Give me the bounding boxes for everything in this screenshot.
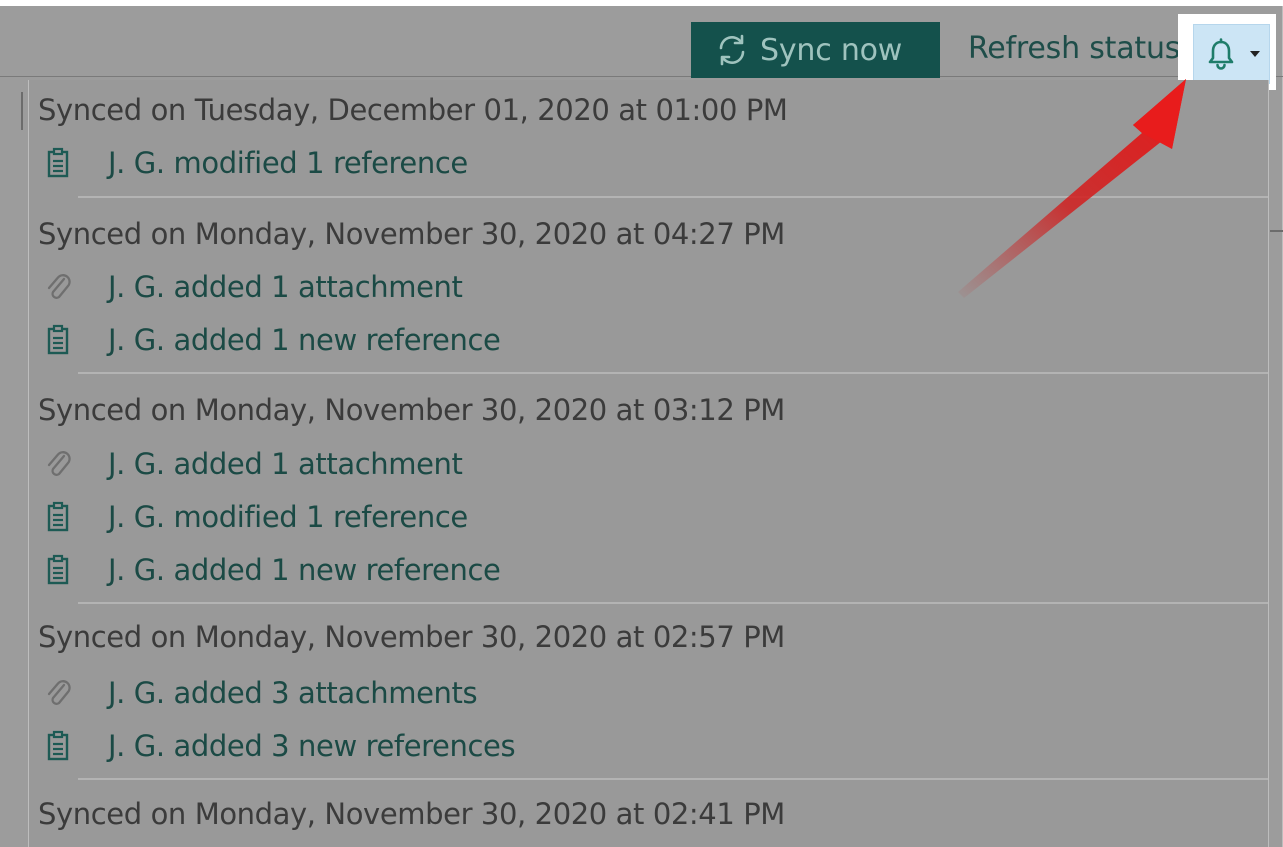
sync-group-header: Synced on Monday, November 30, 2020 at 0… (38, 797, 785, 831)
window-top-edge (0, 0, 1283, 6)
sync-entry[interactable]: J. G. modified 1 reference (44, 497, 468, 537)
clipboard-icon (47, 730, 69, 761)
sync-entry-label: J. G. modified 1 reference (108, 500, 468, 534)
sync-group-header: Synced on Monday, November 30, 2020 at 0… (38, 217, 785, 251)
clipboard-icon (47, 501, 69, 532)
clipboard-icon (47, 324, 69, 355)
sync-group-header: Synced on Monday, November 30, 2020 at 0… (38, 393, 785, 427)
sync-entry-label: J. G. added 1 attachment (108, 447, 463, 481)
sync-entry-label: J. G. added 1 attachment (108, 270, 463, 304)
sync-entry-label: J. G. added 3 new references (108, 729, 516, 763)
sync-icon (719, 34, 745, 66)
sync-entry[interactable]: J. G. added 1 attachment (44, 267, 463, 307)
group-divider (78, 602, 1268, 604)
group-divider (78, 372, 1268, 374)
paperclip-icon (47, 274, 71, 299)
sync-now-label: Sync now (760, 32, 903, 68)
sync-entry[interactable]: J. G. added 3 attachments (44, 673, 478, 713)
sync-entry-label: J. G. added 1 new reference (108, 553, 501, 587)
sync-entry[interactable]: J. G. added 1 attachment (44, 444, 463, 484)
sync-history-panel: Synced on Tuesday, December 01, 2020 at … (28, 80, 1269, 847)
sync-entry[interactable]: J. G. added 1 new reference (44, 320, 501, 360)
sync-entry-label: J. G. added 3 attachments (108, 676, 478, 710)
bell-icon (1208, 38, 1234, 70)
background-edge (21, 92, 23, 130)
sync-entry[interactable]: J. G. added 3 new references (44, 726, 516, 766)
notifications-toggle[interactable] (1193, 24, 1270, 84)
group-divider (78, 778, 1268, 780)
group-divider (78, 196, 1268, 198)
sync-entry[interactable]: J. G. modified 1 reference (44, 143, 468, 183)
background-edge (1270, 230, 1283, 232)
toolbar-divider (0, 76, 1283, 77)
caret-down-icon (1250, 51, 1260, 57)
clipboard-icon (47, 147, 69, 178)
sync-entry-label: J. G. modified 1 reference (108, 146, 468, 180)
sync-group-header: Synced on Monday, November 30, 2020 at 0… (38, 620, 785, 654)
sync-entry[interactable]: J. G. added 1 new reference (44, 550, 501, 590)
sync-entry-label: J. G. added 1 new reference (108, 323, 501, 357)
refresh-status-link[interactable]: Refresh status (968, 31, 1180, 66)
sync-now-button[interactable]: Sync now (691, 22, 940, 78)
notifications-button[interactable] (1178, 14, 1276, 90)
sync-group-header: Synced on Tuesday, December 01, 2020 at … (38, 93, 788, 127)
paperclip-icon (47, 451, 71, 476)
clipboard-icon (47, 554, 69, 585)
paperclip-icon (47, 680, 71, 705)
